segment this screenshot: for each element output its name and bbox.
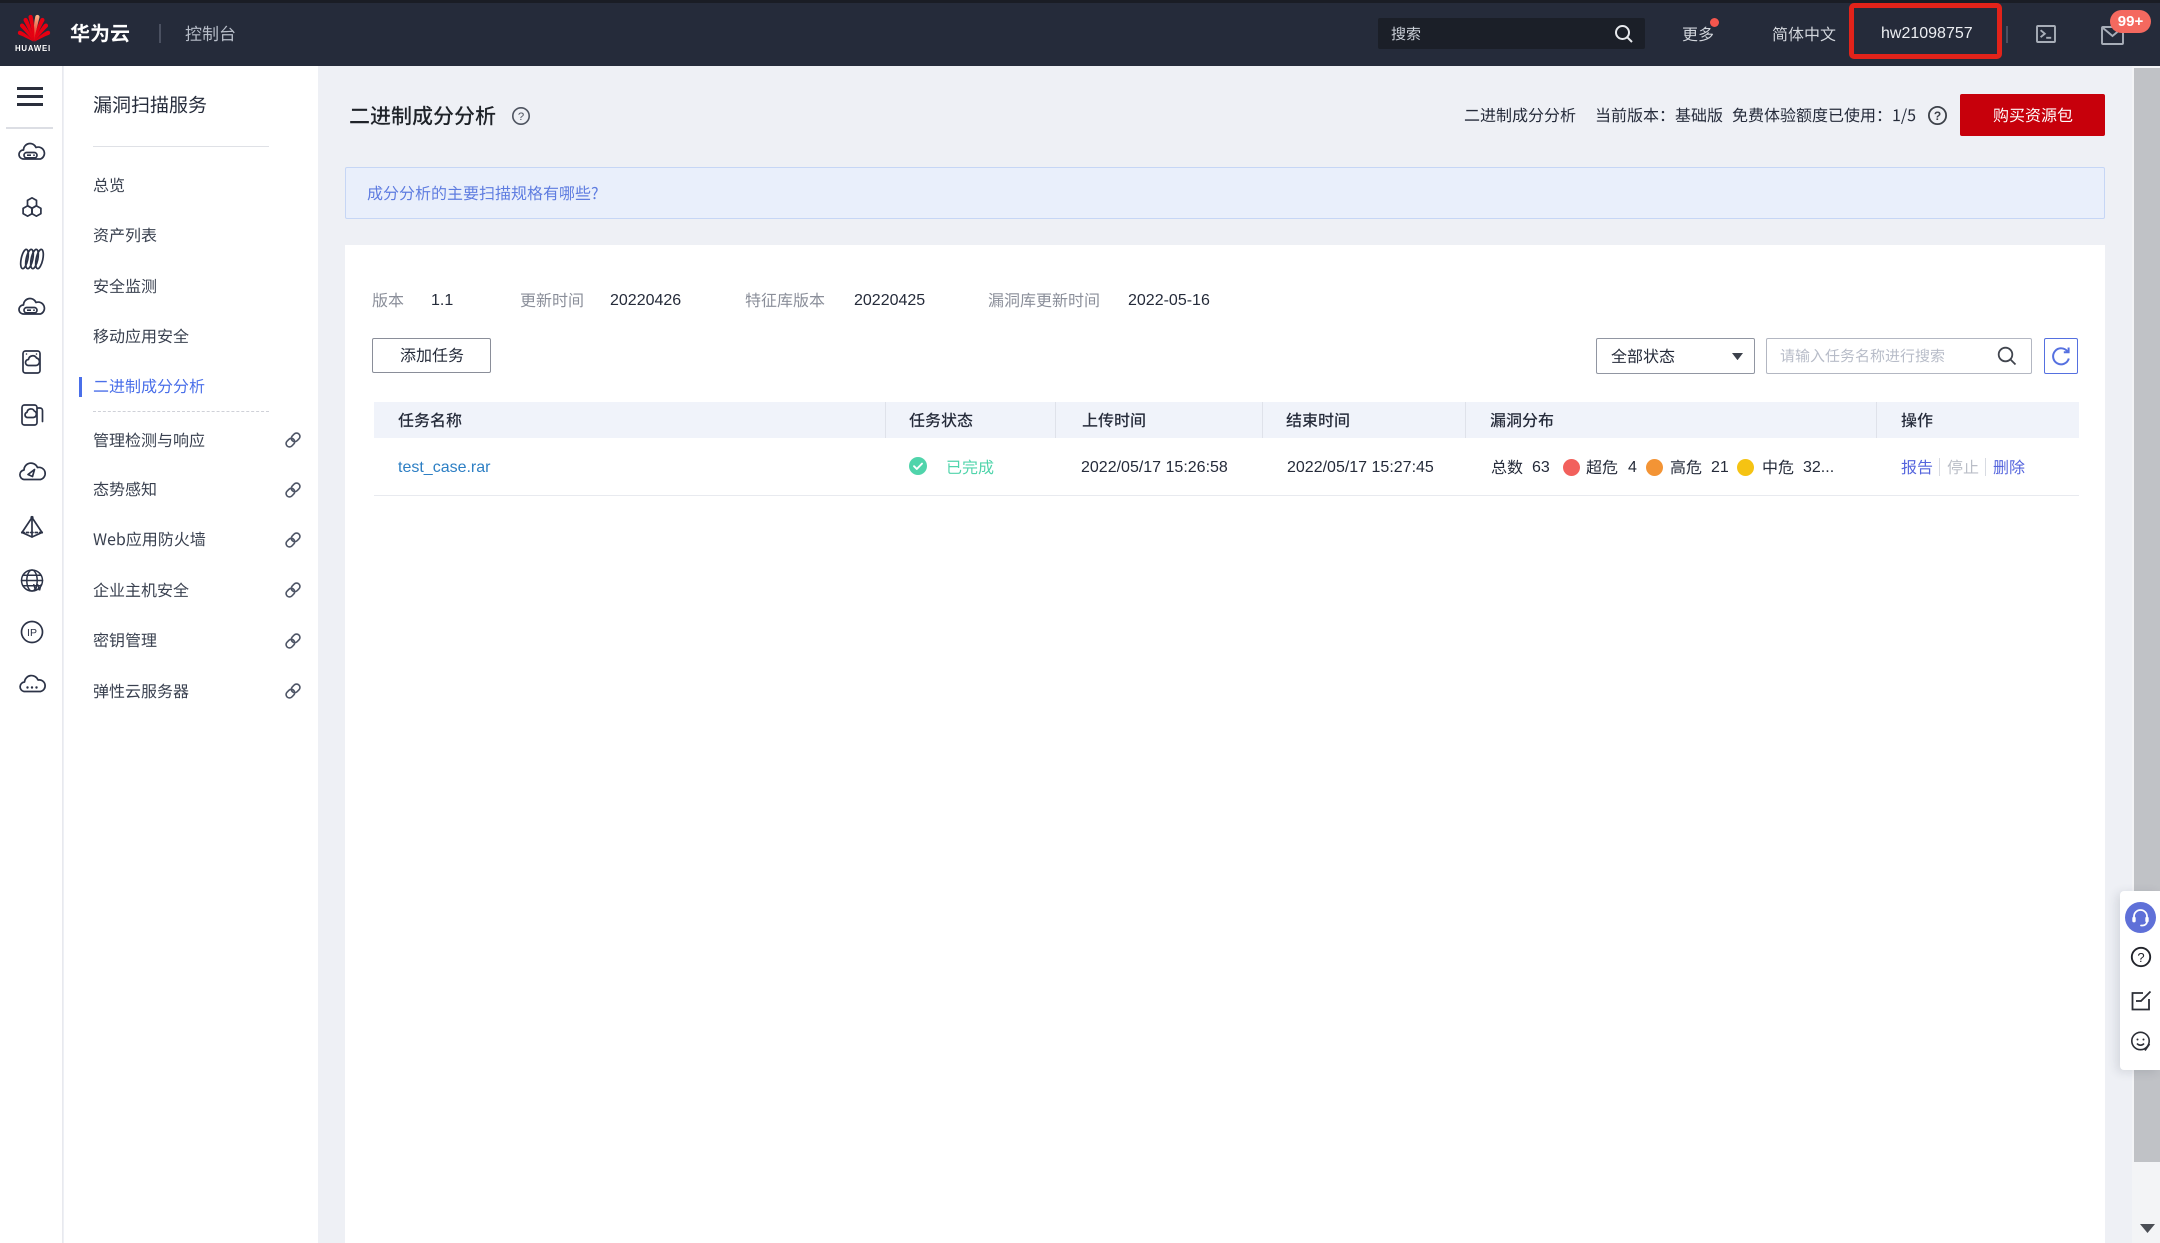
- svg-text:?: ?: [518, 111, 524, 123]
- svg-text:W: W: [33, 583, 42, 594]
- svg-text:IP: IP: [27, 627, 37, 639]
- svg-text:?: ?: [1934, 109, 1941, 123]
- svg-text:?: ?: [2137, 950, 2144, 965]
